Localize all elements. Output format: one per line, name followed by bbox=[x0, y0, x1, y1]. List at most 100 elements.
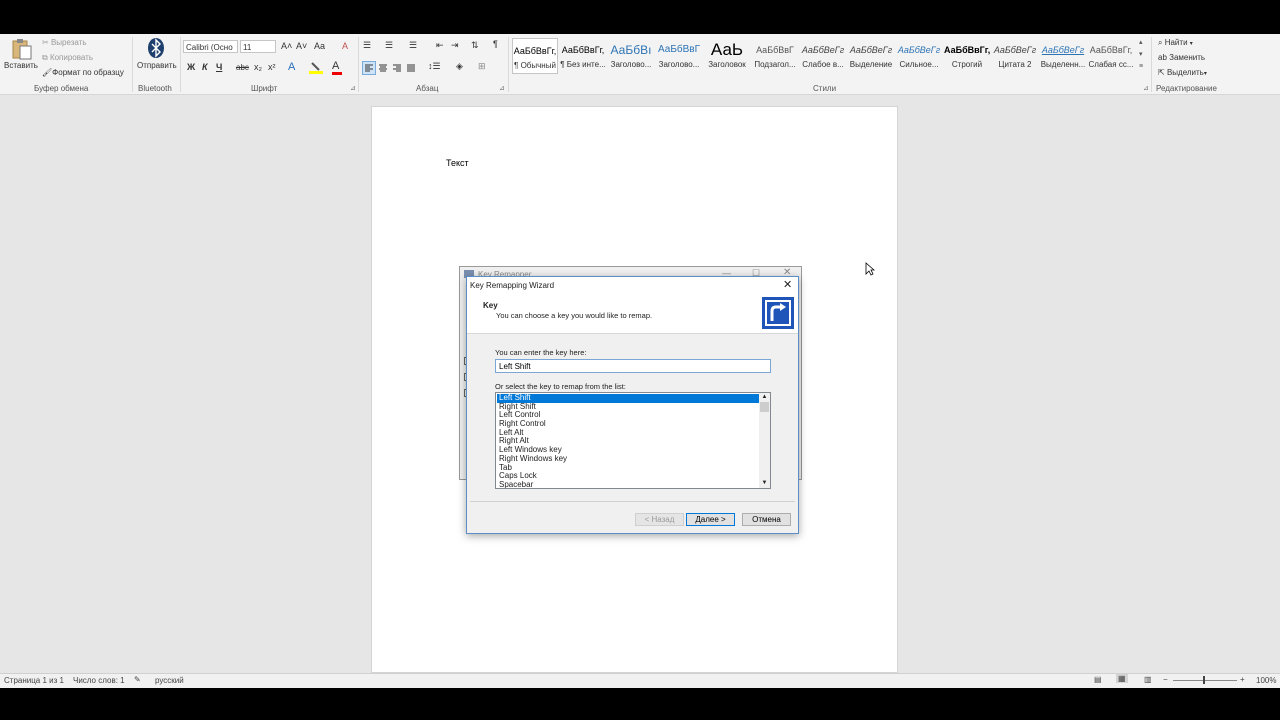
style-item[interactable]: АаБбВеГг Выделение bbox=[848, 38, 894, 74]
show-marks-button[interactable]: ¶ bbox=[493, 39, 498, 49]
scrollbar[interactable]: ▲ ▼ bbox=[759, 393, 770, 488]
style-item[interactable]: АаБбВвГг, Слабая сс... bbox=[1088, 38, 1134, 74]
sort-icon[interactable]: ⇅ bbox=[471, 40, 479, 51]
scissors-icon: ✂ bbox=[42, 38, 51, 47]
highlight-icon[interactable] bbox=[309, 61, 323, 76]
paste-icon[interactable] bbox=[10, 38, 32, 60]
zoom-level[interactable]: 100% bbox=[1256, 676, 1276, 685]
next-button[interactable]: Далее > bbox=[686, 513, 735, 526]
styles-gallery: АаБбВвГг, ¶ Обычный АаБбВвГг, ¶ Без инте...… bbox=[512, 34, 1138, 78]
grow-font-button[interactable]: A˄ bbox=[281, 41, 292, 51]
borders-icon[interactable]: ⊞ bbox=[478, 61, 486, 72]
gallery-scroll[interactable]: ▴ ▾ ≡ bbox=[1139, 37, 1143, 73]
clear-format-button[interactable]: A bbox=[342, 41, 348, 51]
read-mode-icon[interactable]: ▤ bbox=[1094, 675, 1102, 684]
zoom-out-icon[interactable]: − bbox=[1163, 675, 1168, 684]
change-case-button[interactable]: Aa bbox=[314, 41, 325, 51]
list-item[interactable]: Spacebar bbox=[497, 480, 759, 488]
bluetooth-send-button[interactable]: Отправить bbox=[137, 61, 177, 70]
cancel-button[interactable]: Отмена bbox=[742, 513, 791, 526]
style-preview: АаБбВвГ bbox=[756, 45, 794, 55]
bluetooth-icon[interactable] bbox=[147, 37, 165, 59]
subscript-button[interactable]: x₂ bbox=[254, 62, 262, 72]
list-item[interactable]: Right Windows key bbox=[497, 454, 759, 464]
word-count[interactable]: Число слов: 1 bbox=[73, 676, 125, 685]
style-preview: АаБбВеГг bbox=[849, 45, 893, 55]
superscript-button[interactable]: x² bbox=[268, 62, 276, 72]
font-dialog-launcher-icon[interactable]: ⊿ bbox=[350, 84, 356, 92]
style-item[interactable]: АаБбВеГг Выделенн... bbox=[1040, 38, 1086, 74]
replace-button[interactable]: ab Заменить bbox=[1158, 53, 1205, 62]
increase-indent-icon[interactable]: ⇥ bbox=[451, 40, 459, 51]
style-item[interactable]: АаБбВвГг, ¶ Обычный bbox=[512, 38, 558, 74]
format-painter-button[interactable]: 🖌Формат по образцу bbox=[42, 68, 124, 77]
shrink-font-button[interactable]: A˅ bbox=[296, 41, 307, 51]
print-layout-icon[interactable]: ▦ bbox=[1116, 674, 1128, 683]
decrease-indent-icon[interactable]: ⇤ bbox=[436, 40, 444, 51]
justify-icon[interactable] bbox=[405, 62, 417, 76]
copy-button[interactable]: ⧉ Копировать bbox=[42, 53, 93, 63]
style-name: Заголово... bbox=[658, 60, 700, 69]
language[interactable]: русский bbox=[155, 676, 184, 685]
multilevel-list-icon[interactable]: ☰ bbox=[409, 40, 417, 51]
select-button[interactable]: ⇱ Выделить▾ bbox=[1158, 68, 1207, 77]
italic-button[interactable]: К bbox=[202, 62, 208, 72]
close-icon[interactable]: ✕ bbox=[783, 278, 792, 291]
paste-button[interactable]: Вставить bbox=[4, 61, 38, 70]
style-item[interactable]: АаБбВвГг, ¶ Без инте... bbox=[560, 38, 606, 74]
style-item[interactable]: АаБбВвГ Подзагол... bbox=[752, 38, 798, 74]
align-center-icon[interactable] bbox=[377, 62, 389, 76]
style-item[interactable]: АаЬ Заголовок bbox=[704, 38, 750, 74]
wizard-heading: Key bbox=[483, 301, 498, 310]
bluetooth-group-label: Bluetooth bbox=[138, 84, 172, 93]
key-input[interactable] bbox=[495, 359, 771, 373]
styles-dialog-launcher-icon[interactable]: ⊿ bbox=[1143, 84, 1149, 92]
scroll-up-icon[interactable]: ▲ bbox=[759, 393, 770, 402]
chevron-down-icon: ▾ bbox=[1203, 71, 1207, 77]
page-count[interactable]: Страница 1 из 1 bbox=[4, 676, 64, 685]
list-item[interactable]: Right Control bbox=[497, 419, 759, 429]
cut-button[interactable]: ✂ Вырезать bbox=[42, 38, 87, 47]
font-color-icon[interactable]: A bbox=[332, 60, 342, 75]
key-listbox[interactable]: Left Shift Right Shift Left Control Right C… bbox=[495, 392, 771, 489]
ribbon: Вставить ✂ Вырезать ⧉ Копировать 🖌Формат… bbox=[0, 34, 1280, 95]
document-text[interactable]: Текст bbox=[446, 158, 469, 168]
zoom-in-icon[interactable]: + bbox=[1240, 675, 1245, 684]
bold-button[interactable]: Ж bbox=[187, 62, 195, 72]
back-button[interactable]: < Назад bbox=[635, 513, 684, 526]
paragraph-dialog-launcher-icon[interactable]: ⊿ bbox=[499, 84, 505, 92]
numbering-icon[interactable]: ☰ bbox=[385, 40, 393, 51]
scroll-down-icon[interactable]: ▼ bbox=[759, 479, 770, 488]
proofing-icon[interactable]: ✎ bbox=[134, 675, 141, 684]
underline-button[interactable]: Ч bbox=[216, 62, 222, 72]
style-item[interactable]: АаБбВеГг Сильное... bbox=[896, 38, 942, 74]
list-item[interactable]: Left Alt bbox=[497, 428, 759, 438]
zoom-slider-thumb[interactable] bbox=[1203, 676, 1205, 684]
font-size-combo[interactable]: 11 bbox=[240, 40, 276, 53]
bullets-icon[interactable]: ☰ bbox=[363, 40, 371, 51]
zoom-slider[interactable] bbox=[1173, 680, 1237, 681]
find-button[interactable]: ⌕ Найти ▾ bbox=[1158, 38, 1193, 48]
style-item[interactable]: АаБбВеГг Цитата 2 bbox=[992, 38, 1038, 74]
align-right-icon[interactable] bbox=[391, 62, 403, 76]
font-name-combo[interactable]: Calibri (Осно bbox=[183, 40, 238, 53]
wizard-subheading: You can choose a key you would like to r… bbox=[496, 311, 653, 320]
line-spacing-icon[interactable]: ↕☰ bbox=[428, 61, 441, 72]
scroll-thumb[interactable] bbox=[760, 402, 769, 412]
style-name: Заголово... bbox=[610, 60, 652, 69]
style-name: Подзагол... bbox=[754, 60, 796, 69]
web-layout-icon[interactable]: ▥ bbox=[1144, 675, 1152, 684]
key-remapping-wizard-dialog: Key Remapping Wizard ✕ Key You can choos… bbox=[466, 276, 799, 534]
style-item[interactable]: АаБбВı Заголово... bbox=[608, 38, 654, 74]
mouse-cursor-icon bbox=[865, 262, 876, 278]
list-item[interactable]: Caps Lock bbox=[497, 471, 759, 481]
list-item[interactable]: Left Shift bbox=[497, 393, 759, 403]
style-item[interactable]: АаБбВвГ Заголово... bbox=[656, 38, 702, 74]
strikethrough-button[interactable]: abc bbox=[236, 63, 249, 72]
align-left-icon[interactable] bbox=[362, 61, 376, 75]
style-item[interactable]: АаБбВеГг Слабое в... bbox=[800, 38, 846, 74]
style-item[interactable]: АаБбВвГг, Строгий bbox=[944, 38, 990, 74]
style-name: ¶ Без инте... bbox=[560, 60, 606, 69]
text-effects-icon[interactable]: A bbox=[288, 61, 295, 73]
shading-icon[interactable]: ◈ bbox=[456, 61, 463, 72]
